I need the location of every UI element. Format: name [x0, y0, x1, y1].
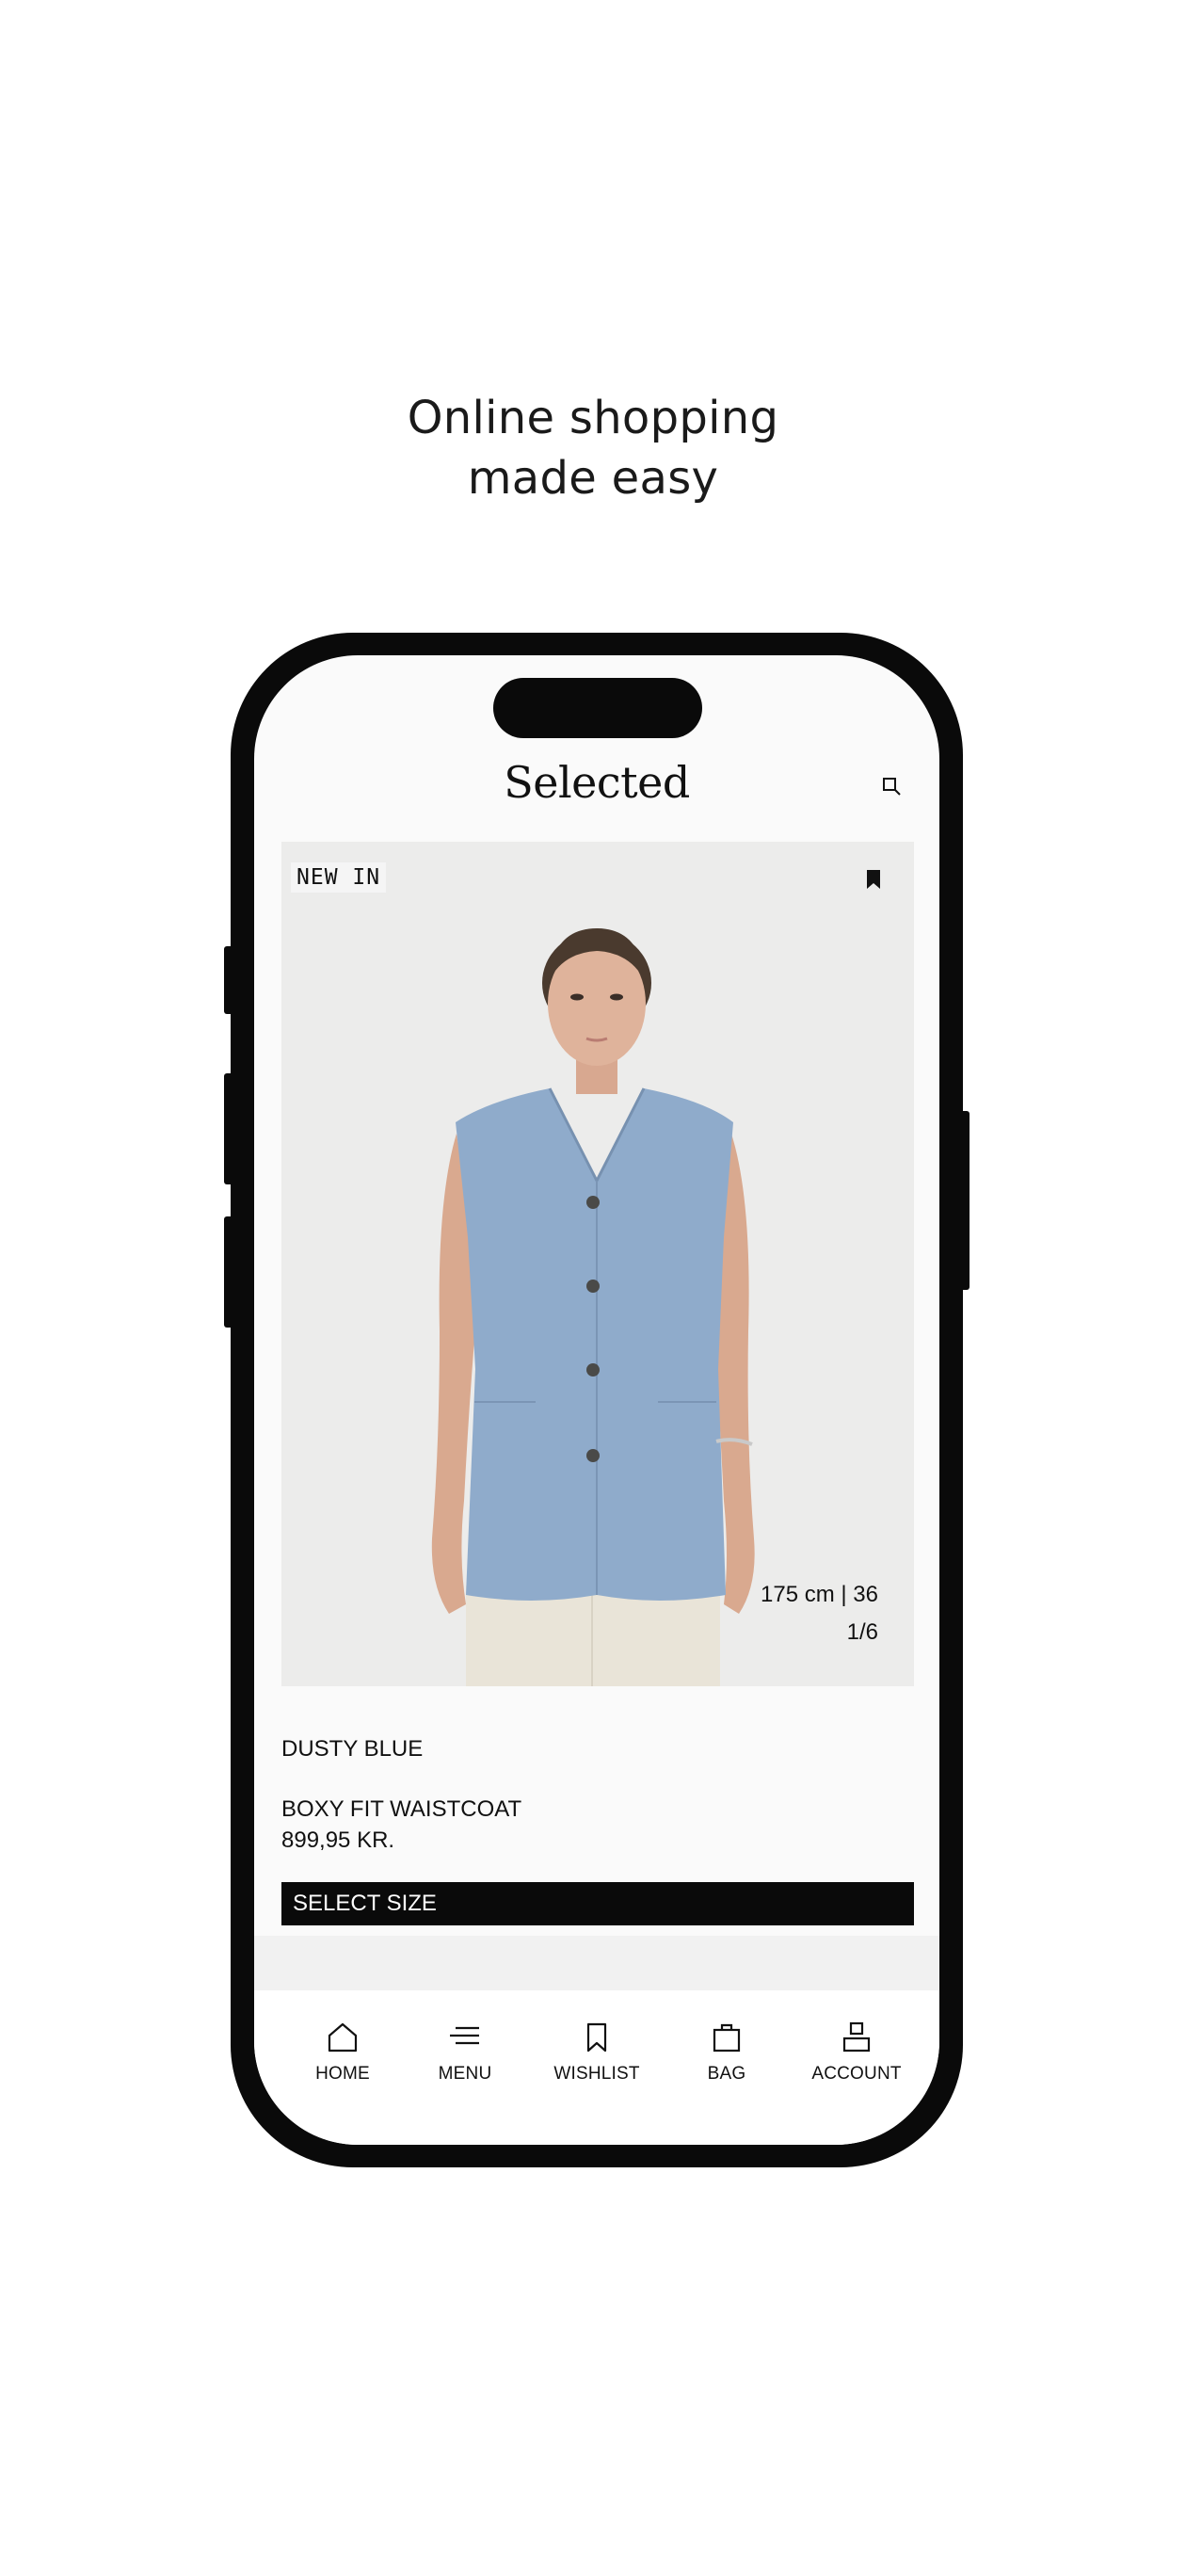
dynamic-island: [493, 678, 702, 738]
tab-account[interactable]: ACCOUNT: [795, 2019, 918, 2094]
home-icon: [328, 2022, 358, 2053]
product-name[interactable]: BOXY FIT WAISTCOAT: [281, 1796, 521, 1823]
tab-account-label: ACCOUNT: [811, 2064, 902, 2084]
content-divider: [254, 1936, 939, 1990]
menu-icon: [450, 2026, 479, 2045]
bag-icon: [713, 2023, 741, 2053]
model-size: 175 cm | 36: [761, 1582, 878, 1607]
app-header: Selected: [254, 749, 939, 844]
app-store-screenshot: Online shopping made easy Selected NEW I…: [0, 0, 1186, 2576]
phone-screen: Selected NEW IN 175 cm | 36 1/6 DUSTY BL…: [254, 655, 939, 2145]
select-size-button[interactable]: SELECT SIZE: [281, 1882, 914, 1925]
add-to-wishlist-button[interactable]: [861, 866, 886, 893]
bottom-tab-bar: HOME MENU WISHLIST BAG ACCOUNT: [254, 1990, 939, 2145]
model-info: 175 cm | 36 1/6: [761, 1576, 878, 1651]
search-icon: [883, 778, 901, 796]
tab-wishlist[interactable]: WISHLIST: [536, 2019, 658, 2094]
image-index: 1/6: [846, 1619, 878, 1645]
tab-home-label: HOME: [315, 2064, 370, 2084]
account-icon: [842, 2021, 871, 2053]
phone-volume-up-button: [224, 1073, 233, 1184]
product-price: 899,95 KR.: [281, 1827, 395, 1853]
tab-bag[interactable]: BAG: [665, 2019, 788, 2094]
headline-line-2: made easy: [467, 452, 719, 505]
phone-action-button: [224, 946, 233, 1014]
bookmark-filled-icon: [867, 870, 880, 889]
headline-line-1: Online shopping: [407, 392, 779, 444]
brand-logo: Selected: [504, 757, 690, 808]
tab-menu-label: MENU: [438, 2064, 492, 2084]
headline: Online shopping made easy: [0, 388, 1186, 508]
tab-bag-label: BAG: [707, 2064, 746, 2084]
bookmark-icon: [586, 2022, 607, 2053]
tab-home[interactable]: HOME: [281, 2019, 404, 2094]
product-image[interactable]: NEW IN 175 cm | 36 1/6: [281, 842, 914, 1686]
phone-power-button: [960, 1111, 970, 1290]
search-button[interactable]: [878, 772, 906, 800]
new-in-badge: NEW IN: [291, 862, 387, 893]
product-color: DUSTY BLUE: [281, 1736, 424, 1762]
model-photo: [431, 928, 755, 1686]
tab-menu[interactable]: MENU: [404, 2019, 526, 2094]
tab-wishlist-label: WISHLIST: [553, 2064, 640, 2084]
phone-volume-down-button: [224, 1216, 233, 1328]
